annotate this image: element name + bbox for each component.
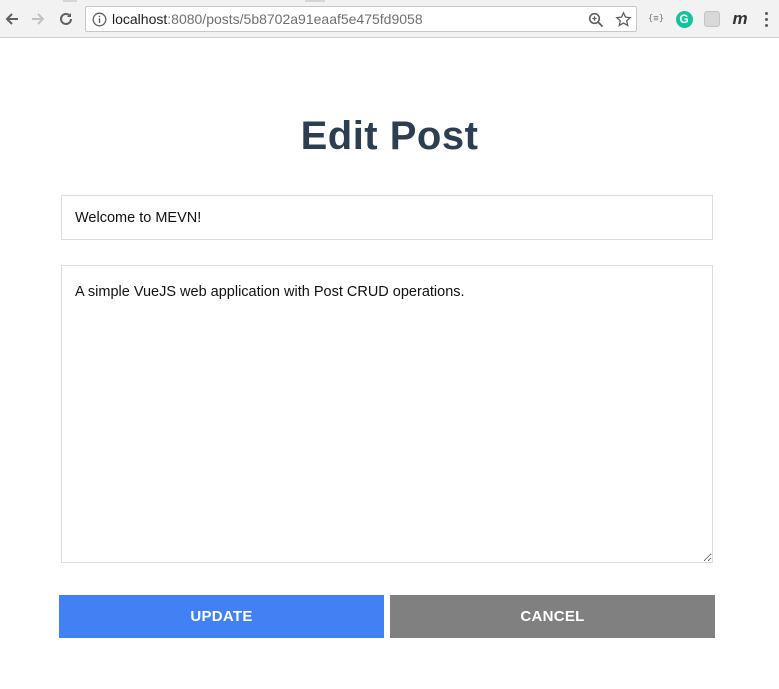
bookmark-star-icon[interactable] (615, 11, 632, 28)
post-description-textarea[interactable]: A simple VueJS web application with Post… (61, 265, 713, 563)
arrow-left-icon (5, 13, 18, 25)
post-title-input[interactable] (61, 195, 713, 240)
update-button[interactable]: UPDATE (59, 595, 384, 638)
json-viewer-extension-icon[interactable]: {≡} (646, 9, 666, 29)
extension-icon[interactable] (702, 9, 722, 29)
browser-toolbar: localhost:8080/posts/5b8702a91eaaf5e475f… (0, 0, 779, 38)
back-button[interactable] (2, 8, 22, 30)
zoom-icon[interactable] (588, 12, 604, 28)
url-path: :8080/posts/5b8702a91eaaf5e475fd9058 (167, 11, 423, 27)
cancel-button[interactable]: CANCEL (390, 595, 715, 638)
address-bar[interactable]: localhost:8080/posts/5b8702a91eaaf5e475f… (85, 6, 637, 32)
browser-menu-icon[interactable] (756, 9, 776, 29)
grammarly-extension-icon[interactable]: G (674, 9, 694, 29)
tab-edge (63, 0, 77, 2)
reload-icon (60, 12, 72, 25)
url-text[interactable]: localhost:8080/posts/5b8702a91eaaf5e475f… (112, 11, 423, 28)
tab-edge (305, 0, 325, 2)
info-icon[interactable] (92, 12, 107, 27)
page-title: Edit Post (300, 114, 479, 158)
m-extension-icon[interactable]: m (730, 9, 750, 29)
url-host: localhost (112, 11, 168, 27)
forward-button[interactable] (28, 8, 48, 30)
arrow-right-icon (32, 13, 45, 25)
reload-button[interactable] (56, 8, 76, 30)
